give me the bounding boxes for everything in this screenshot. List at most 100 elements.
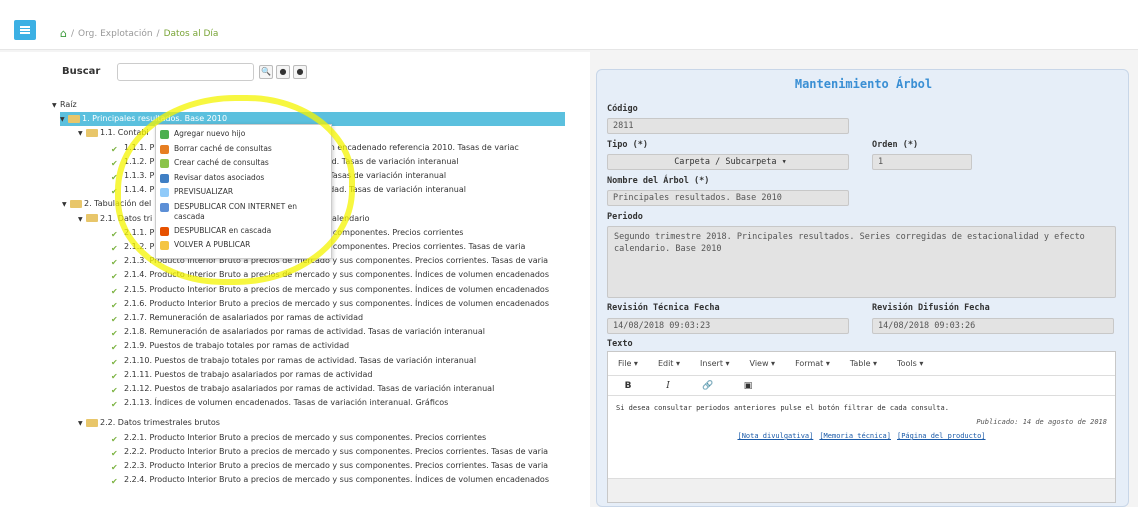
tree-node-label: 2.1.5. Producto Interior Bruto a precios… xyxy=(124,284,549,294)
editor-menu-item[interactable]: Table ▾ xyxy=(840,359,887,368)
nombre-label: Nombre del Árbol (*) xyxy=(607,176,710,186)
context-menu-item[interactable]: Revisar datos asociados xyxy=(156,171,331,186)
check-doc-icon: ✔ xyxy=(111,158,118,168)
search-label: Buscar xyxy=(62,66,101,77)
check-doc-icon: ✔ xyxy=(111,386,118,395)
form-title: Mantenimiento Árbol xyxy=(794,77,933,91)
editor-menu-item[interactable]: Insert ▾ xyxy=(690,359,740,368)
expand-caret-icon[interactable]: ▼ xyxy=(60,113,68,126)
italic-icon[interactable]: I xyxy=(648,381,688,391)
tree-node[interactable]: ✔ 2.1.6. Producto Interior Bruto a precio… xyxy=(111,297,549,311)
context-menu-label: DESPUBLICAR CON INTERNET en cascada xyxy=(174,201,297,221)
context-menu-item[interactable]: DESPUBLICAR CON INTERNET en cascada xyxy=(156,200,331,224)
tree-node[interactable]: ✔ 2.2.3. Producto Interior Bruto a precio… xyxy=(111,459,548,473)
table-icon xyxy=(160,173,169,183)
breadcrumb-root[interactable]: Org. Explotación xyxy=(78,29,153,39)
tree-node-label: 2.2.1. Producto Interior Bruto a precios… xyxy=(124,432,487,442)
tree-node[interactable]: ✔ 2.1.10. Puestos de trabajo totales por … xyxy=(111,354,476,368)
tree-node-label-tail: lo y sus componentes. Precios corrientes… xyxy=(300,242,526,251)
form-panel: Mantenimiento Árbol Código 2811 Tipo (*)… xyxy=(596,69,1129,507)
preview-icon xyxy=(160,188,169,197)
tipo-select[interactable]: Carpeta / Subcarpeta ▾ xyxy=(607,154,849,170)
unpublish-icon xyxy=(160,226,169,236)
context-menu-item[interactable]: Crear caché de consultas xyxy=(156,156,331,171)
check-doc-icon: ✔ xyxy=(111,315,118,324)
bold-icon[interactable]: B xyxy=(608,381,648,391)
editor-link[interactable]: [Nota divulgativa] xyxy=(737,432,813,440)
context-menu-label: Agregar nuevo hijo xyxy=(174,129,246,138)
periodo-textarea[interactable]: Segundo trimestre 2018. Principales resu… xyxy=(607,226,1116,298)
check-doc-icon: ✔ xyxy=(111,272,118,282)
tree-node-label: 1.1.4. P xyxy=(124,185,155,195)
tree-node[interactable]: ▼ 1.1. Contabi xyxy=(78,126,149,140)
tipo-value: Carpeta / Subcarpeta xyxy=(674,157,777,167)
context-menu-item[interactable]: DESPUBLICAR en cascada xyxy=(156,224,331,239)
rev-tec-label: Revisión Técnica Fecha xyxy=(607,303,720,313)
orden-field[interactable]: 1 xyxy=(872,154,972,170)
expand-all-button[interactable]: ● xyxy=(276,65,290,79)
broom-icon xyxy=(160,144,169,154)
folder-icon xyxy=(70,199,82,208)
link-icon[interactable]: 🔗 xyxy=(688,381,728,391)
image-icon[interactable]: ▣ xyxy=(728,381,768,391)
editor-menu-item[interactable]: Tools ▾ xyxy=(887,359,933,368)
editor-link[interactable]: [Memoria técnica] xyxy=(819,432,891,440)
editor-menu-item[interactable]: View ▾ xyxy=(740,359,786,368)
tree-node[interactable]: ✔ 2.1.11. Puestos de trabajo asalariados … xyxy=(111,368,372,382)
expand-caret-icon[interactable]: ▼ xyxy=(78,213,86,226)
tree-node-label: 2.1.1. P xyxy=(124,227,155,237)
search-button[interactable]: 🔍 xyxy=(259,65,273,79)
expand-caret-icon[interactable]: ▼ xyxy=(62,198,70,211)
check-doc-icon: ✔ xyxy=(111,144,118,154)
tree-node-label: 2. Tabulación del xyxy=(84,199,152,209)
tree-node[interactable]: ✔ 2.2.1. Producto Interior Bruto a precio… xyxy=(111,431,486,445)
tree-node[interactable]: ▼ 2. Tabulación del xyxy=(62,197,151,211)
codigo-field[interactable]: 2811 xyxy=(607,118,849,134)
check-doc-icon: ✔ xyxy=(111,173,118,182)
editor-menu-item[interactable]: Format ▾ xyxy=(785,359,840,368)
tree-node[interactable]: ▼ 2.2. Datos trimestrales brutos xyxy=(78,416,220,430)
editor-statusbar xyxy=(608,478,1115,502)
tree-node[interactable]: ✔ 2.1.8. Remuneración de asalariados por … xyxy=(111,325,485,339)
expand-caret-icon[interactable]: ▼ xyxy=(52,99,60,112)
rev-tec-field[interactable]: 14/08/2018 09:03:23 xyxy=(607,318,849,334)
rich-text-editor[interactable]: File ▾ Edit ▾ Insert ▾ View ▾ Format ▾ Table … xyxy=(607,351,1116,503)
editor-link[interactable]: [Página del producto] xyxy=(897,432,986,440)
tree-node[interactable]: ✔ 2.2.2. Producto Interior Bruto a precio… xyxy=(111,445,548,459)
nombre-field[interactable]: Principales resultados. Base 2010 xyxy=(607,190,849,206)
tree-node[interactable]: ▼ Raíz xyxy=(52,98,77,112)
tree-node[interactable]: ✔ 2.1.13. Índices de volumen encadenados.… xyxy=(111,396,448,410)
collapse-all-button[interactable]: ● xyxy=(293,65,307,79)
tree-node-label: 2.1.6. Producto Interior Bruto a precios… xyxy=(124,298,549,308)
home-icon[interactable]: ⌂ xyxy=(60,27,67,40)
check-doc-icon: ✔ xyxy=(111,343,118,353)
context-menu: Agregar nuevo hijo Borrar caché de consul… xyxy=(155,124,332,259)
tree-node[interactable]: ✔ 2.1.12. Puestos de trabajo asalariados … xyxy=(111,382,494,396)
context-menu-item[interactable]: Borrar caché de consultas xyxy=(156,142,331,157)
context-menu-label: Borrar caché de consultas xyxy=(174,143,272,153)
search-input[interactable] xyxy=(117,63,254,81)
menu-button[interactable] xyxy=(14,20,36,40)
editor-menubar: File ▾ Edit ▾ Insert ▾ View ▾ Format ▾ Table … xyxy=(608,352,1115,376)
folder-icon xyxy=(86,418,98,427)
tree-node[interactable]: ✔ 2.2.4. Producto Interior Bruto a precio… xyxy=(111,473,549,487)
editor-content[interactable]: Si desea consultar periodos anteriores p… xyxy=(608,398,1115,466)
rev-dif-field[interactable]: 14/08/2018 09:03:26 xyxy=(872,318,1114,334)
folder-icon xyxy=(68,114,80,123)
context-menu-item[interactable]: Agregar nuevo hijo xyxy=(156,127,331,142)
tree-node[interactable]: ✔ 2.1.9. Puestos de trabajo totales por r… xyxy=(111,339,349,353)
tree-node[interactable]: ✔ 2.1.5. Producto Interior Bruto a precio… xyxy=(111,283,549,297)
context-menu-item[interactable]: PREVISUALIZAR xyxy=(156,185,331,200)
expand-caret-icon[interactable]: ▼ xyxy=(78,127,86,140)
tree-node[interactable]: ✔ 2.1.7. Remuneración de asalariados por … xyxy=(111,311,363,325)
tree-node[interactable]: ✔ 2.1.4. Producto Interior Bruto a precio… xyxy=(111,268,549,282)
rev-dif-label: Revisión Difusión Fecha xyxy=(872,303,990,313)
tree-node-label: 2.1.13. Índices de volumen encadenados. … xyxy=(124,398,449,408)
tree-node-label: 2.1.8. Remuneración de asalariados por r… xyxy=(124,327,485,337)
tree-node-label: 1.1.1. P xyxy=(124,142,155,152)
editor-menu-item[interactable]: File ▾ xyxy=(608,359,648,368)
context-menu-item[interactable]: VOLVER A PUBLICAR xyxy=(156,238,331,253)
tree-node-label: 2.1.9. Puestos de trabajo totales por ra… xyxy=(124,341,350,351)
editor-menu-item[interactable]: Edit ▾ xyxy=(648,359,690,368)
expand-caret-icon[interactable]: ▼ xyxy=(78,417,86,430)
